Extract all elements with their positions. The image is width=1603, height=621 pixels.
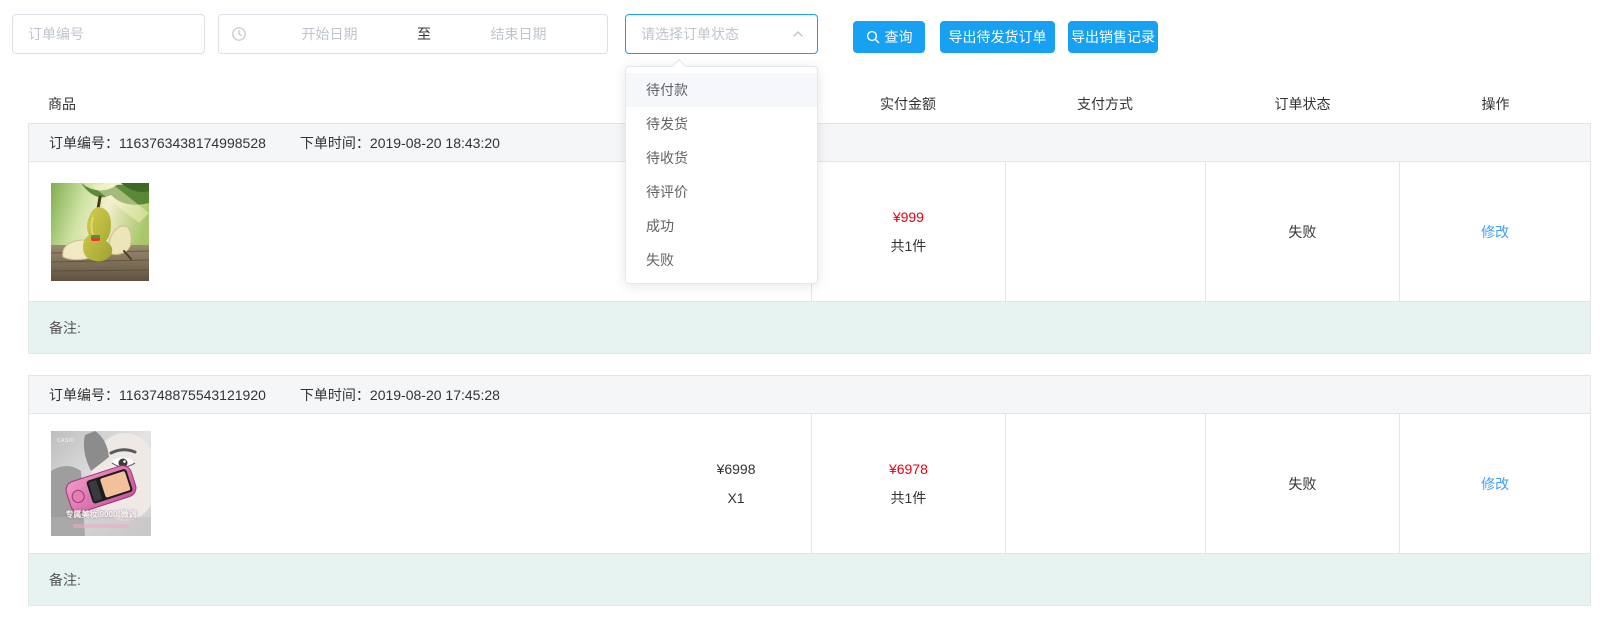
status-option-success[interactable]: 成功 — [626, 209, 817, 243]
start-date-input[interactable] — [253, 26, 406, 42]
order-time: 下单时间：2019-08-20 18:43:20 — [300, 133, 500, 153]
order-status-cell: 失败 — [1205, 162, 1400, 301]
order-number-input[interactable] — [12, 14, 205, 54]
search-button[interactable]: 查询 — [853, 21, 925, 53]
header-paid-amount: 实付金额 — [811, 94, 1005, 114]
dropdown-arrow — [672, 59, 686, 73]
order-list-page: 至 请选择订单状态 查询 导出待发货订单 导出销售记录 待付款 待发货 待收货 … — [0, 0, 1603, 621]
product-image — [51, 183, 149, 281]
paid-amount-cell: ¥6978 共1件 — [811, 414, 1005, 553]
order-status-cell: 失败 — [1205, 414, 1400, 553]
status-option-failed[interactable]: 失败 — [626, 243, 817, 277]
export-sales-records-button[interactable]: 导出销售记录 — [1068, 21, 1158, 53]
paid-count: 共1件 — [863, 484, 953, 513]
search-button-label: 查询 — [885, 27, 913, 47]
paid-amount: ¥999 — [863, 203, 953, 232]
product-price: ¥6998 — [691, 455, 781, 484]
order-block: 订单编号：1163748875543121920 下单时间：2019-08-20… — [28, 375, 1591, 606]
clock-icon — [231, 26, 247, 42]
pay-method-cell — [1005, 162, 1205, 301]
remark-row: 备注: — [28, 302, 1591, 354]
order-status-select[interactable]: 请选择订单状态 — [625, 14, 818, 54]
status-option-pending-review[interactable]: 待评价 — [626, 175, 817, 209]
date-range-picker[interactable]: 至 — [218, 14, 608, 54]
product-qty: X1 — [691, 484, 781, 513]
order-time: 下单时间：2019-08-20 17:45:28 — [300, 385, 500, 405]
paid-amount: ¥6978 — [863, 455, 953, 484]
order-status-placeholder: 请选择订单状态 — [641, 24, 791, 44]
paid-amount-cell: ¥999 共1件 — [811, 162, 1005, 301]
remark-label: 备注: — [49, 570, 81, 590]
search-icon — [866, 30, 880, 44]
product-price-qty: ¥6998 X1 — [691, 455, 781, 513]
header-order-status: 订单状态 — [1205, 94, 1400, 114]
product-cell: CASIO 专属美妆 9000°微调 ¥6998 X1 — [29, 414, 811, 553]
status-text: 失败 — [1288, 222, 1316, 242]
image-caption-subline — [73, 524, 129, 528]
modify-link[interactable]: 修改 — [1481, 222, 1509, 242]
status-option-pending-shipment[interactable]: 待发货 — [626, 107, 817, 141]
order-bar: 订单编号：1163748875543121920 下单时间：2019-08-20… — [28, 375, 1591, 414]
brand-caption: CASIO — [57, 438, 75, 444]
header-pay-method: 支付方式 — [1005, 94, 1205, 114]
export-pending-orders-button[interactable]: 导出待发货订单 — [940, 21, 1055, 53]
header-action: 操作 — [1400, 94, 1591, 114]
pay-method-cell — [1005, 414, 1205, 553]
image-caption: 专属美妆 9000°微调 — [51, 509, 151, 520]
remark-row: 备注: — [28, 554, 1591, 606]
remark-label: 备注: — [49, 318, 81, 338]
date-range-separator: 至 — [406, 24, 442, 44]
order-status-dropdown: 待付款 待发货 待收货 待评价 成功 失败 — [625, 66, 818, 284]
status-option-pending-receipt[interactable]: 待收货 — [626, 141, 817, 175]
action-cell: 修改 — [1399, 162, 1590, 301]
status-text: 失败 — [1288, 474, 1316, 494]
product-image: CASIO 专属美妆 9000°微调 — [51, 431, 151, 536]
order-number: 订单编号：1163763438174998528 — [49, 133, 266, 153]
order-number: 订单编号：1163748875543121920 — [49, 385, 266, 405]
action-cell: 修改 — [1399, 414, 1590, 553]
paid-count: 共1件 — [863, 232, 953, 261]
end-date-input[interactable] — [442, 26, 595, 42]
table-row: CASIO 专属美妆 9000°微调 ¥6998 X1 ¥6978 共1件 — [28, 414, 1591, 554]
block-gap — [28, 354, 1591, 375]
chevron-up-icon — [791, 27, 805, 41]
modify-link[interactable]: 修改 — [1481, 474, 1509, 494]
status-option-pending-payment[interactable]: 待付款 — [626, 73, 817, 107]
